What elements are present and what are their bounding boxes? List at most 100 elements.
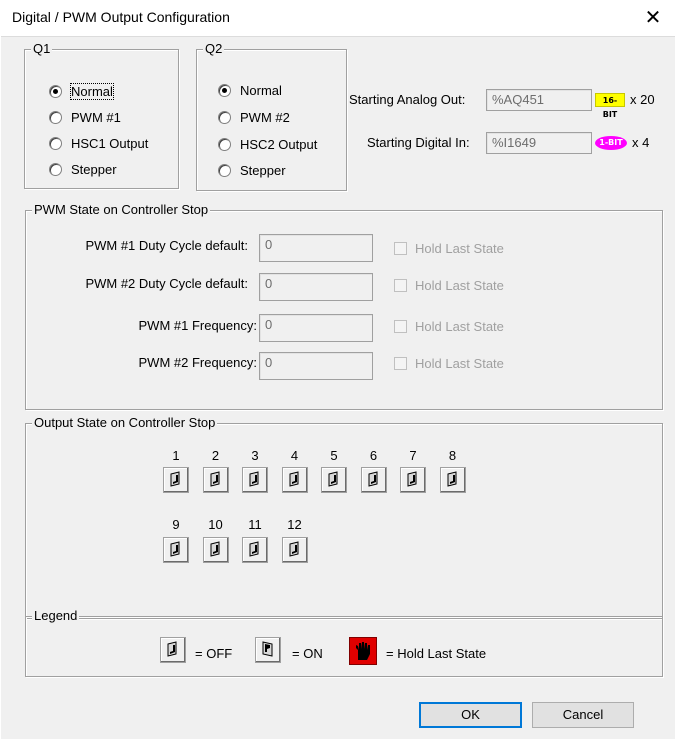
radio-dot [49,110,62,124]
radio-dot [218,83,231,97]
output-1-switch-button[interactable] [163,467,189,493]
q2-radio-stepper[interactable]: Stepper [218,161,286,179]
hold-last-state-label: Hold Last State [415,355,504,371]
pwm2-freq-field: 0 [259,352,373,380]
q1-radio-hsc1[interactable]: HSC1 Output [49,134,148,152]
q1-legend: Q1 [31,41,53,57]
switch-off-icon [170,471,180,487]
output-10-switch-button[interactable] [202,537,229,563]
pwm2-duty-label: PWM #2 Duty Cycle default: [85,276,248,291]
radio-dot [218,110,231,124]
output-12-switch-button[interactable] [281,537,308,563]
switch-off-glyph [167,641,177,657]
hold-last-state-label: Hold Last State [415,277,504,293]
switch-off-icon [249,541,259,557]
output-number-11: 11 [248,517,262,532]
radio-dot [49,84,62,98]
pwm2-freq-label: PWM #2 Frequency: [138,355,258,370]
q2-radio-pwm2[interactable]: PWM #2 [218,108,290,126]
checkbox-box [394,319,407,333]
output-number-5: 5 [330,448,338,463]
q1-radio-hsc1-label: HSC1 Output [71,135,149,151]
switch-off-icon [249,471,259,487]
title-bar: Digital / PWM Output Configuration ✕ [0,0,676,36]
output-number-3: 3 [251,448,259,463]
output-3-switch-button[interactable] [242,467,268,493]
radio-dot [218,163,231,177]
output-stop-legend: Output State on Controller Stop [32,415,218,431]
pwm-stop-legend: PWM State on Controller Stop [32,202,211,218]
analog-out-field: %AQ451 [486,89,592,111]
legend-legend: Legend [32,608,80,624]
output-number-7: 7 [409,448,417,463]
legend-hold-text: = Hold Last State [386,646,487,661]
pwm2-duty-field: 0 [259,273,373,301]
output-6-switch-button[interactable] [360,467,387,493]
output-7-switch-button[interactable] [400,467,426,493]
switch-off-icon [368,471,377,487]
output-number-6: 6 [369,448,378,463]
checkbox-box [394,241,407,255]
pwm1-freq-hold-checkbox[interactable]: Hold Last State [394,318,504,334]
output-4-switch-button[interactable] [281,467,308,493]
q2-radio-normal-label: Normal [240,82,282,98]
output-number-1: 1 [172,448,180,463]
one-bit-badge: 1-BIT [595,136,627,150]
analog-out-label: Starting Analog Out: [349,92,466,107]
q2-radio-normal[interactable]: Normal [218,81,282,99]
pwm1-duty-label: PWM #1 Duty Cycle default: [85,238,248,253]
switch-off-icon [170,541,180,557]
output-5-switch-button[interactable] [321,467,347,493]
switch-on-icon [255,637,281,663]
output-number-8: 8 [448,448,457,463]
q2-radio-stepper-label: Stepper [240,162,286,178]
radio-dot [218,137,231,151]
radio-dot [49,162,62,176]
q1-radio-stepper[interactable]: Stepper [49,160,117,178]
pwm1-duty-field: 0 [259,234,373,262]
legend-group: Legend [25,608,663,677]
q1-radio-normal-label: Normal [70,82,114,100]
q1-radio-stepper-label: Stepper [71,161,117,177]
q1-radio-pwm1[interactable]: PWM #1 [49,108,121,126]
checkbox-box [394,356,407,370]
output-8-switch-button[interactable] [439,467,466,493]
hold-hand-icon [349,637,377,665]
switch-off-icon [447,471,456,487]
q2-radio-hsc2-label: HSC2 Output [240,136,318,152]
digital-in-count: x 4 [632,135,650,150]
dialog-client: Q1 Normal PWM #1 HSC1 Output Stepper Q2 … [1,36,675,739]
q1-radio-pwm1-label: PWM #1 [71,109,121,125]
q2-radio-hsc2[interactable]: HSC2 Output [218,135,317,153]
q2-legend: Q2 [203,41,225,57]
hold-last-state-label: Hold Last State [415,240,504,256]
switch-off-icon [407,471,417,487]
output-number-10: 10 [208,517,223,532]
pwm2-freq-hold-checkbox[interactable]: Hold Last State [394,355,504,371]
pwm1-freq-field: 0 [259,314,373,342]
q1-radio-normal[interactable]: Normal [49,82,114,100]
sixteen-bit-badge: 16-BIT [595,93,625,119]
analog-out-count: x 20 [630,92,655,107]
ok-button[interactable]: OK [419,702,522,728]
output-number-12: 12 [287,517,302,532]
checkbox-box [394,278,407,292]
radio-dot [49,136,62,150]
switch-off-icon [210,471,219,487]
pwm2-duty-hold-checkbox[interactable]: Hold Last State [394,277,504,293]
switch-off-icon [210,541,219,557]
switch-off-icon [289,541,298,557]
cancel-button[interactable]: Cancel [532,702,634,728]
pwm1-duty-hold-checkbox[interactable]: Hold Last State [394,240,504,256]
output-9-switch-button[interactable] [163,537,189,563]
legend-on-text: = ON [292,646,323,661]
digital-in-label: Starting Digital In: [367,135,470,150]
output-11-switch-button[interactable] [242,537,268,563]
output-2-switch-button[interactable] [202,467,229,493]
switch-off-icon [289,471,298,487]
output-number-4: 4 [290,448,299,463]
switch-on-glyph [262,641,273,657]
output-number-9: 9 [172,517,180,532]
hold-last-state-label: Hold Last State [415,318,504,334]
close-icon[interactable]: ✕ [630,0,676,36]
